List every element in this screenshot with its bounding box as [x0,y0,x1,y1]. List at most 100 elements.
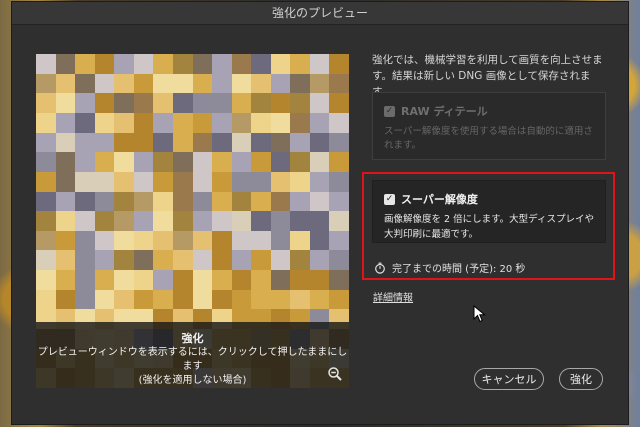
mosaic-cell [192,270,213,290]
mosaic-cell [133,211,154,231]
mosaic-cell [231,191,252,212]
mosaic-cell [270,73,291,94]
mosaic-cell [55,270,76,290]
mosaic-cell [94,289,115,310]
mosaic-cell [55,289,76,310]
mosaic-cell [36,152,56,172]
mosaic-cell [329,171,349,192]
mosaic-cell [192,152,213,172]
mosaic-cell [172,211,193,231]
mosaic-cell [172,289,193,310]
mosaic-cell [251,230,271,251]
mosaic-cell [270,289,291,310]
mosaic-cell [290,152,310,172]
mosaic-cell [94,270,115,290]
mosaic-cell [192,171,213,192]
mosaic-cell [309,211,330,231]
mosaic-cell [55,93,76,113]
mosaic-cell [231,73,252,94]
mosaic-cell [270,132,291,153]
mosaic-cell [94,171,115,192]
mosaic-cell [55,171,76,192]
estimated-time-text: 完了までの時間 (予定): 20 秒 [392,264,526,275]
mosaic-cell [309,171,330,192]
mosaic-cell [309,132,330,153]
raw-details-checkbox[interactable]: ✓ [384,105,395,117]
mosaic-cell [172,132,193,153]
mosaic-cell [251,73,271,94]
super-resolution-description: 画像解像度を 2 倍にします。大型ディスプレイや大判印刷に最適です。 [384,214,594,240]
mosaic-cell [153,250,173,271]
mosaic-cell [231,132,252,153]
mosaic-cell [36,93,56,113]
preview-overlay-instruction: プレビューウィンドウを表示するには、クリックして押したままにします [37,347,348,372]
mosaic-cell [55,54,76,74]
estimated-time: 完了までの時間 (予定): 20 秒 [374,260,525,275]
mosaic-cell [329,132,349,153]
zoom-out-icon[interactable] [327,366,343,382]
mosaic-cell [94,250,115,271]
mosaic-cell [94,230,115,251]
mosaic-cell [36,191,56,212]
mosaic-cell [251,289,271,310]
enhance-button[interactable]: 強化 [559,368,603,390]
preview-image[interactable]: 強化 プレビューウィンドウを表示するには、クリックして押したままにします (強化… [36,54,349,388]
mosaic-cell [153,230,173,251]
mosaic-cell [114,289,134,310]
mosaic-cell [114,171,134,192]
details-link[interactable]: 詳細情報 [373,289,413,304]
mosaic-cell [329,289,349,310]
mosaic-cell [251,152,271,172]
mosaic-cell [94,54,115,74]
mosaic-cell [309,152,330,172]
mosaic-cell [55,132,76,153]
mosaic-cell [309,191,330,212]
mosaic-cell [75,171,95,192]
mosaic-cell [290,191,310,212]
mosaic-cell [94,211,115,231]
mosaic-cell [75,211,95,231]
raw-details-description: スーパー解像度を使用する場合は自動的に適用されます。 [384,126,593,151]
mosaic-cell [153,270,173,290]
mosaic-cell [36,73,56,94]
mosaic-cell [329,112,349,133]
mosaic-cell [133,112,154,133]
mosaic-cell [172,73,193,94]
mosaic-cell [153,54,173,74]
mosaic-cell [75,191,95,212]
mosaic-cell [231,54,252,74]
mosaic-cell [212,191,232,212]
mosaic-cell [153,211,173,231]
mosaic-cell [114,112,134,133]
cancel-button[interactable]: キャンセル [474,368,544,390]
mosaic-cell [94,152,115,172]
mosaic-cell [309,270,330,290]
mosaic-cell [133,191,154,212]
mosaic-cell [309,73,330,94]
mosaic-cell [94,73,115,94]
mosaic-cell [329,54,349,74]
enhance-preview-dialog: 強化のプレビュー 強化 プレビューウィンドウを表示するには、クリックして押したま… [11,1,629,425]
super-resolution-checkbox[interactable]: ✓ [384,193,395,205]
mosaic-cell [212,152,232,172]
mosaic-cell [192,93,213,113]
mosaic-cell [55,230,76,251]
mosaic-cell [192,54,213,74]
mosaic-cell [153,112,173,133]
mosaic-cell [172,93,193,113]
mosaic-cell [270,230,291,251]
mosaic-cell [133,73,154,94]
mosaic-cell [114,250,134,271]
mosaic-cell [55,250,76,271]
mosaic-cell [309,250,330,271]
mosaic-cell [153,73,173,94]
mosaic-cell [329,270,349,290]
mosaic-cell [270,152,291,172]
mosaic-cell [251,270,271,290]
mosaic-cell [36,211,56,231]
mosaic-cell [133,250,154,271]
mosaic-cell [231,152,252,172]
mosaic-cell [290,250,310,271]
mosaic-cell [251,211,271,231]
mosaic-cell [192,191,213,212]
